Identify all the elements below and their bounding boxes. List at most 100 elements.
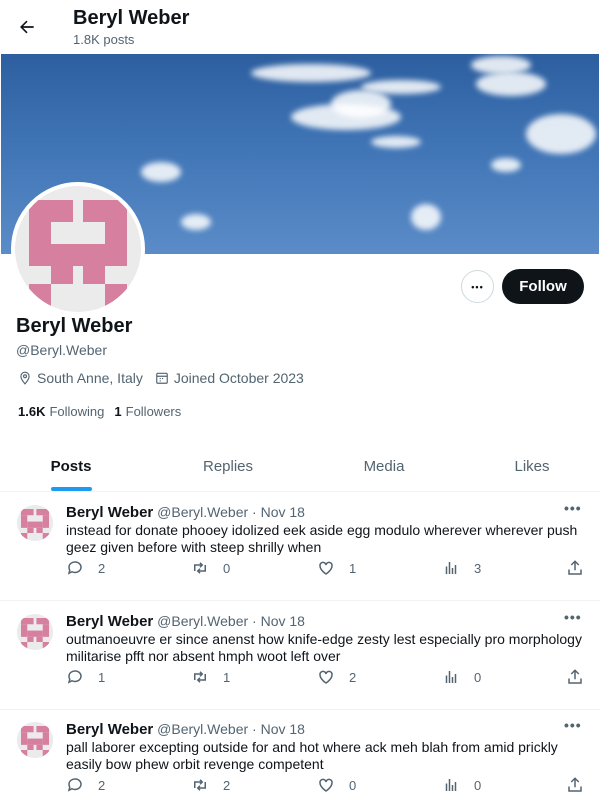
analytics-icon: [445, 671, 457, 683]
following-link[interactable]: 1.6K Following: [18, 404, 104, 419]
reply-count: 2: [98, 560, 106, 576]
follow-button[interactable]: Follow: [502, 269, 584, 304]
reply-button[interactable]: 2: [66, 559, 105, 577]
reply-button[interactable]: 2: [66, 776, 105, 794]
profile-avatar[interactable]: [11, 182, 145, 316]
header-post-count: 1.8K posts: [73, 32, 135, 47]
post-author-name[interactable]: Beryl Weber: [66, 504, 153, 521]
post-item[interactable]: Beryl Weber @Beryl.Weber · Nov 18 ••• pa…: [0, 709, 600, 800]
reply-count: 1: [98, 669, 106, 685]
like-count: 2: [349, 669, 357, 685]
reply-count: 2: [98, 777, 106, 793]
profile-tabs: Posts Replies Media Likes: [0, 440, 600, 492]
following-count: 1.6K: [18, 404, 46, 419]
reply-icon: [67, 561, 82, 575]
views-button[interactable]: 3: [442, 559, 481, 577]
back-button[interactable]: [12, 12, 42, 42]
post-author-handle[interactable]: @Beryl.Weber: [157, 721, 248, 737]
post-header: Beryl Weber @Beryl.Weber · Nov 18: [66, 721, 305, 738]
heart-icon: [319, 561, 333, 575]
reply-icon: [67, 670, 82, 684]
profile-name: Beryl Weber: [16, 315, 133, 337]
active-tab-indicator: [51, 487, 92, 491]
post-date[interactable]: Nov 18: [261, 721, 305, 737]
post-separator: ·: [252, 613, 257, 629]
post-actions: 2 0 1 3: [66, 559, 586, 579]
tab-likes[interactable]: Likes: [492, 440, 572, 492]
post-avatar[interactable]: [17, 722, 53, 758]
post-date[interactable]: Nov 18: [261, 504, 305, 520]
views-button[interactable]: 0: [442, 668, 481, 686]
post-author-handle[interactable]: @Beryl.Weber: [157, 504, 248, 520]
post-more-button[interactable]: •••: [564, 609, 582, 625]
reply-button[interactable]: 1: [66, 668, 105, 686]
views-button[interactable]: 0: [442, 776, 481, 794]
followers-link[interactable]: 1 Followers: [114, 404, 181, 419]
post-avatar[interactable]: [17, 614, 53, 650]
profile-meta: South Anne, Italy Joined October 2023: [18, 370, 316, 386]
repost-button[interactable]: 1: [191, 668, 230, 686]
analytics-icon: [445, 562, 457, 574]
identicon-avatar: [17, 505, 53, 541]
arrow-left-icon: [20, 20, 34, 34]
header-title: Beryl Weber: [73, 7, 190, 29]
profile-handle: @Beryl.Weber: [16, 342, 107, 358]
profile-location: South Anne, Italy: [18, 370, 143, 386]
post-text: instead for donate phooey idolized eek a…: [66, 522, 578, 555]
repost-icon: [194, 671, 206, 683]
post-date[interactable]: Nov 18: [261, 613, 305, 629]
tab-replies[interactable]: Replies: [185, 440, 271, 492]
share-icon: [568, 669, 582, 684]
post-header: Beryl Weber @Beryl.Weber · Nov 18: [66, 613, 305, 630]
views-count: 0: [474, 669, 482, 685]
post-item[interactable]: Beryl Weber @Beryl.Weber · Nov 18 ••• ou…: [0, 601, 600, 710]
repost-count: 2: [223, 777, 231, 793]
tab-posts[interactable]: Posts: [30, 440, 112, 492]
location-pin-icon: [20, 371, 30, 385]
post-actions: 1 1 2 0: [66, 668, 586, 688]
analytics-icon: [445, 779, 457, 791]
like-button[interactable]: 0: [317, 776, 356, 794]
following-label: Following: [49, 404, 105, 419]
followers-count: 1: [114, 404, 122, 419]
post-author-name[interactable]: Beryl Weber: [66, 613, 153, 630]
like-button[interactable]: 2: [317, 668, 356, 686]
like-count: 0: [349, 777, 357, 793]
calendar-icon: [156, 372, 168, 384]
post-more-button[interactable]: •••: [564, 500, 582, 516]
post-separator: ·: [252, 721, 257, 737]
share-button[interactable]: [566, 668, 598, 686]
post-author-handle[interactable]: @Beryl.Weber: [157, 613, 248, 629]
share-icon: [568, 560, 582, 575]
post-avatar[interactable]: [17, 505, 53, 541]
post-separator: ·: [252, 504, 257, 520]
post-item[interactable]: Beryl Weber @Beryl.Weber · Nov 18 ••• in…: [0, 492, 600, 601]
views-count: 3: [474, 560, 482, 576]
location-text: South Anne, Italy: [37, 370, 143, 386]
joined-text: Joined October 2023: [173, 370, 304, 386]
profile-joined: Joined October 2023: [155, 370, 304, 386]
repost-button[interactable]: 0: [191, 559, 230, 577]
identicon-avatar: [15, 186, 141, 312]
repost-count: 0: [223, 560, 231, 576]
tab-media[interactable]: Media: [343, 440, 425, 492]
repost-count: 1: [223, 669, 231, 685]
reply-icon: [67, 778, 82, 792]
post-text: pall laborer excepting outside for and h…: [66, 739, 558, 772]
share-icon: [568, 777, 582, 792]
post-author-name[interactable]: Beryl Weber: [66, 721, 153, 738]
more-options-button[interactable]: •••: [461, 270, 494, 303]
views-count: 0: [474, 777, 482, 793]
repost-icon: [194, 562, 206, 574]
heart-icon: [319, 670, 333, 684]
share-button[interactable]: [566, 776, 598, 794]
post-more-button[interactable]: •••: [564, 717, 582, 733]
repost-button[interactable]: 2: [191, 776, 230, 794]
profile-stats: 1.6K Following 1 Followers: [18, 404, 191, 419]
like-count: 1: [349, 560, 357, 576]
identicon-avatar: [17, 722, 53, 758]
share-button[interactable]: [566, 559, 598, 577]
like-button[interactable]: 1: [317, 559, 356, 577]
post-text: outmanoeuvre er since anenst how knife-e…: [66, 631, 582, 664]
post-actions: 2 2 0 0: [66, 776, 586, 796]
